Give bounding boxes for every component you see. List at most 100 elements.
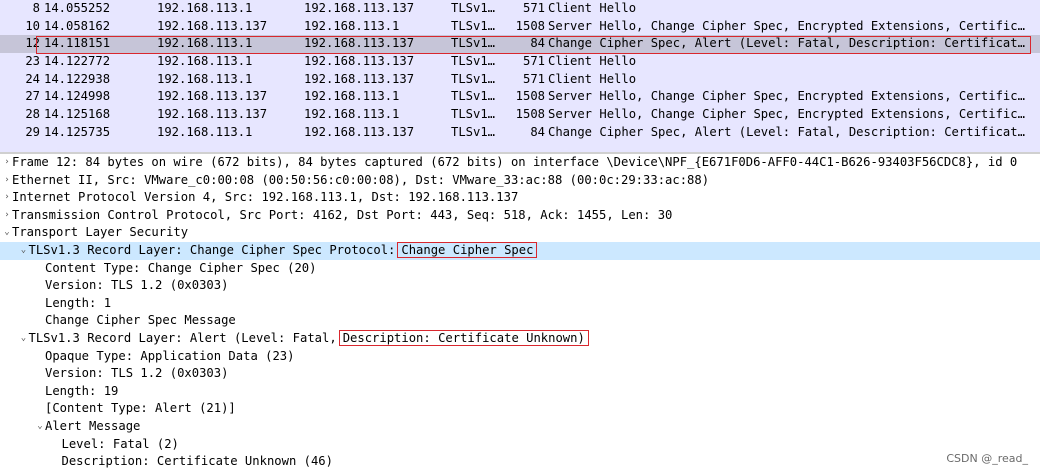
detail-label: Change Cipher Spec Message (45, 313, 236, 328)
packet-length: 571 (522, 1, 545, 15)
detail-row[interactable]: Version: TLS 1.2 (0x0303) (0, 365, 1040, 383)
packet-list[interactable]: 8 14.055252 192.168.113.1 192.168.113.137 TL… (0, 0, 1040, 152)
detail-row[interactable]: ⌄ TLSv1.3 Record Layer: Change Cipher Spe… (0, 241, 1040, 260)
packet-source: 192.168.113.1 (157, 1, 253, 15)
packet-no: 23 (25, 54, 40, 69)
annotation-box: Change Cipher Spec (397, 241, 538, 258)
detail-row[interactable]: ⌄ Alert Message (0, 418, 1040, 436)
packet-length: 84 (530, 124, 545, 139)
packet-length: 1508 (515, 89, 545, 104)
packet-destination: 192.168.113.137 (304, 54, 415, 69)
packet-protocol: TLSv1… (451, 18, 496, 33)
packet-row[interactable]: 24 14.122938 192.168.113.1 192.168.113.137 T… (0, 71, 1040, 89)
detail-row[interactable]: Length: 1 (0, 295, 1040, 313)
packet-source: 192.168.113.1 (157, 124, 253, 139)
packet-time: 14.124998 (44, 89, 111, 104)
packet-no: 27 (25, 89, 40, 104)
detail-label: Description: Certificate Unknown (46) (61, 454, 334, 469)
packet-row[interactable]: 10 14.058162 192.168.113.137 192.168.113.1 T… (0, 18, 1040, 36)
detail-row[interactable]: Version: TLS 1.2 (0x0303) (0, 277, 1040, 295)
packet-protocol: TLSv1… (451, 124, 496, 139)
packet-protocol: TLSv1… (451, 54, 496, 69)
detail-text: Alert Message (45, 418, 140, 436)
expand-chevron-right-icon[interactable]: › (2, 207, 12, 225)
detail-row[interactable]: Description: Certificate Unknown (46) (0, 453, 1040, 471)
packet-destination: 192.168.113.137 (304, 124, 415, 139)
detail-row[interactable]: › Ethernet II, Src: VMware_c0:00:08 (00:5… (0, 172, 1040, 190)
packet-destination: 192.168.113.137 (304, 1, 415, 15)
detail-row[interactable]: Opaque Type: Application Data (23) (0, 348, 1040, 366)
detail-label: Transport Layer Security (12, 225, 189, 240)
packet-protocol: TLSv1… (451, 71, 496, 86)
packet-row[interactable]: 23 14.122772 192.168.113.1 192.168.113.137 T… (0, 53, 1040, 71)
packet-source: 192.168.113.137 (157, 107, 268, 122)
packet-row[interactable]: 27 14.124998 192.168.113.137 192.168.113.1 T… (0, 88, 1040, 106)
packet-length: 1508 (515, 107, 545, 122)
packet-row[interactable]: 29 14.125735 192.168.113.1 192.168.113.137 T… (0, 124, 1040, 142)
detail-row[interactable]: › Frame 12: 84 bytes on wire (672 bits), … (0, 154, 1040, 172)
packet-source: 192.168.113.1 (157, 71, 253, 86)
detail-row[interactable]: Content Type: Change Cipher Spec (20) (0, 260, 1040, 278)
packet-protocol: TLSv1… (451, 107, 496, 122)
packet-protocol: TLSv1… (451, 89, 496, 104)
detail-text: Transport Layer Security (12, 224, 188, 242)
packet-length: 1508 (515, 18, 545, 33)
detail-text: [Content Type: Alert (21)] (45, 400, 236, 418)
packet-destination: 192.168.113.137 (304, 36, 415, 51)
packet-source: 192.168.113.137 (157, 89, 268, 104)
detail-label: Opaque Type: Application Data (23) (45, 348, 295, 363)
packet-info: Server Hello, Change Cipher Spec, Encryp… (548, 89, 1025, 104)
detail-row[interactable]: Change Cipher Spec Message (0, 312, 1040, 330)
packet-protocol: TLSv1… (451, 36, 496, 51)
detail-text: Length: 19 (45, 383, 118, 401)
packet-destination: 192.168.113.137 (304, 71, 415, 86)
packet-length: 571 (522, 71, 545, 86)
packet-details-tree[interactable]: › Frame 12: 84 bytes on wire (672 bits), … (0, 154, 1040, 473)
packet-info: Server Hello, Change Cipher Spec, Encryp… (548, 107, 1025, 122)
detail-row[interactable]: › Internet Protocol Version 4, Src: 192.1… (0, 189, 1040, 207)
detail-row[interactable]: [Content Type: Alert (21)] (0, 400, 1040, 418)
packet-time: 14.055252 (44, 1, 111, 15)
packet-row[interactable]: 8 14.055252 192.168.113.1 192.168.113.137 TL… (0, 0, 1040, 18)
expand-chevron-right-icon[interactable]: › (2, 189, 12, 207)
packet-info: Client Hello (548, 71, 637, 86)
detail-label: Version: TLS 1.2 (0x0303) (45, 278, 229, 293)
packet-length: 84 (530, 36, 545, 51)
detail-text: Change Cipher Spec Message (45, 312, 236, 330)
detail-row[interactable]: › Transmission Control Protocol, Src Port… (0, 207, 1040, 225)
collapse-chevron-down-icon[interactable]: ⌄ (19, 330, 29, 348)
packet-source: 192.168.113.137 (157, 18, 268, 33)
packet-no: 28 (25, 107, 40, 122)
packet-row[interactable]: 28 14.125168 192.168.113.137 192.168.113.1 T… (0, 106, 1040, 124)
packet-destination: 192.168.113.1 (304, 18, 400, 33)
detail-text: Internet Protocol Version 4, Src: 192.16… (12, 189, 518, 207)
packet-length: 571 (522, 54, 545, 69)
detail-row[interactable]: Level: Fatal (2) (0, 436, 1040, 454)
packet-time: 14.122772 (44, 54, 111, 69)
packet-row[interactable]: 12 14.118151 192.168.113.1 192.168.113.137 T… (0, 35, 1040, 54)
detail-label: Level: Fatal (2) (61, 436, 179, 451)
packet-protocol: TLSv1… (451, 1, 496, 15)
detail-text: TLSv1.3 Record Layer: Alert (Level: Fata… (28, 329, 589, 348)
packet-no: 24 (25, 71, 40, 86)
expand-chevron-right-icon[interactable]: › (2, 172, 12, 190)
packet-source: 192.168.113.1 (157, 36, 253, 51)
detail-label: Ethernet II, Src: VMware_c0:00:08 (00:50… (12, 172, 710, 187)
detail-label: Frame 12: 84 bytes on wire (672 bits), 8… (12, 155, 1018, 169)
detail-text: Frame 12: 84 bytes on wire (672 bits), 8… (12, 154, 1017, 172)
detail-row[interactable]: ⌄ Transport Layer Security (0, 224, 1040, 242)
detail-text: Description: Certificate Unknown (46) (62, 453, 334, 471)
detail-text: Level: Fatal (2) (62, 436, 179, 454)
detail-row[interactable]: Length: 19 (0, 383, 1040, 401)
detail-text: Length: 1 (45, 295, 111, 313)
packet-time: 14.125168 (44, 107, 111, 122)
packet-no: 10 (25, 18, 40, 33)
packet-destination: 192.168.113.1 (304, 107, 400, 122)
collapse-chevron-down-icon[interactable]: ⌄ (19, 242, 29, 260)
collapse-chevron-down-icon[interactable]: ⌄ (35, 418, 45, 436)
collapse-chevron-down-icon[interactable]: ⌄ (2, 224, 12, 242)
detail-row[interactable]: ⌄ TLSv1.3 Record Layer: Alert (Level: Fat… (0, 329, 1040, 348)
detail-label: Length: 19 (45, 383, 119, 398)
detail-label: TLSv1.3 Record Layer: Alert (Level: Fata… (28, 330, 337, 345)
expand-chevron-right-icon[interactable]: › (2, 154, 12, 172)
